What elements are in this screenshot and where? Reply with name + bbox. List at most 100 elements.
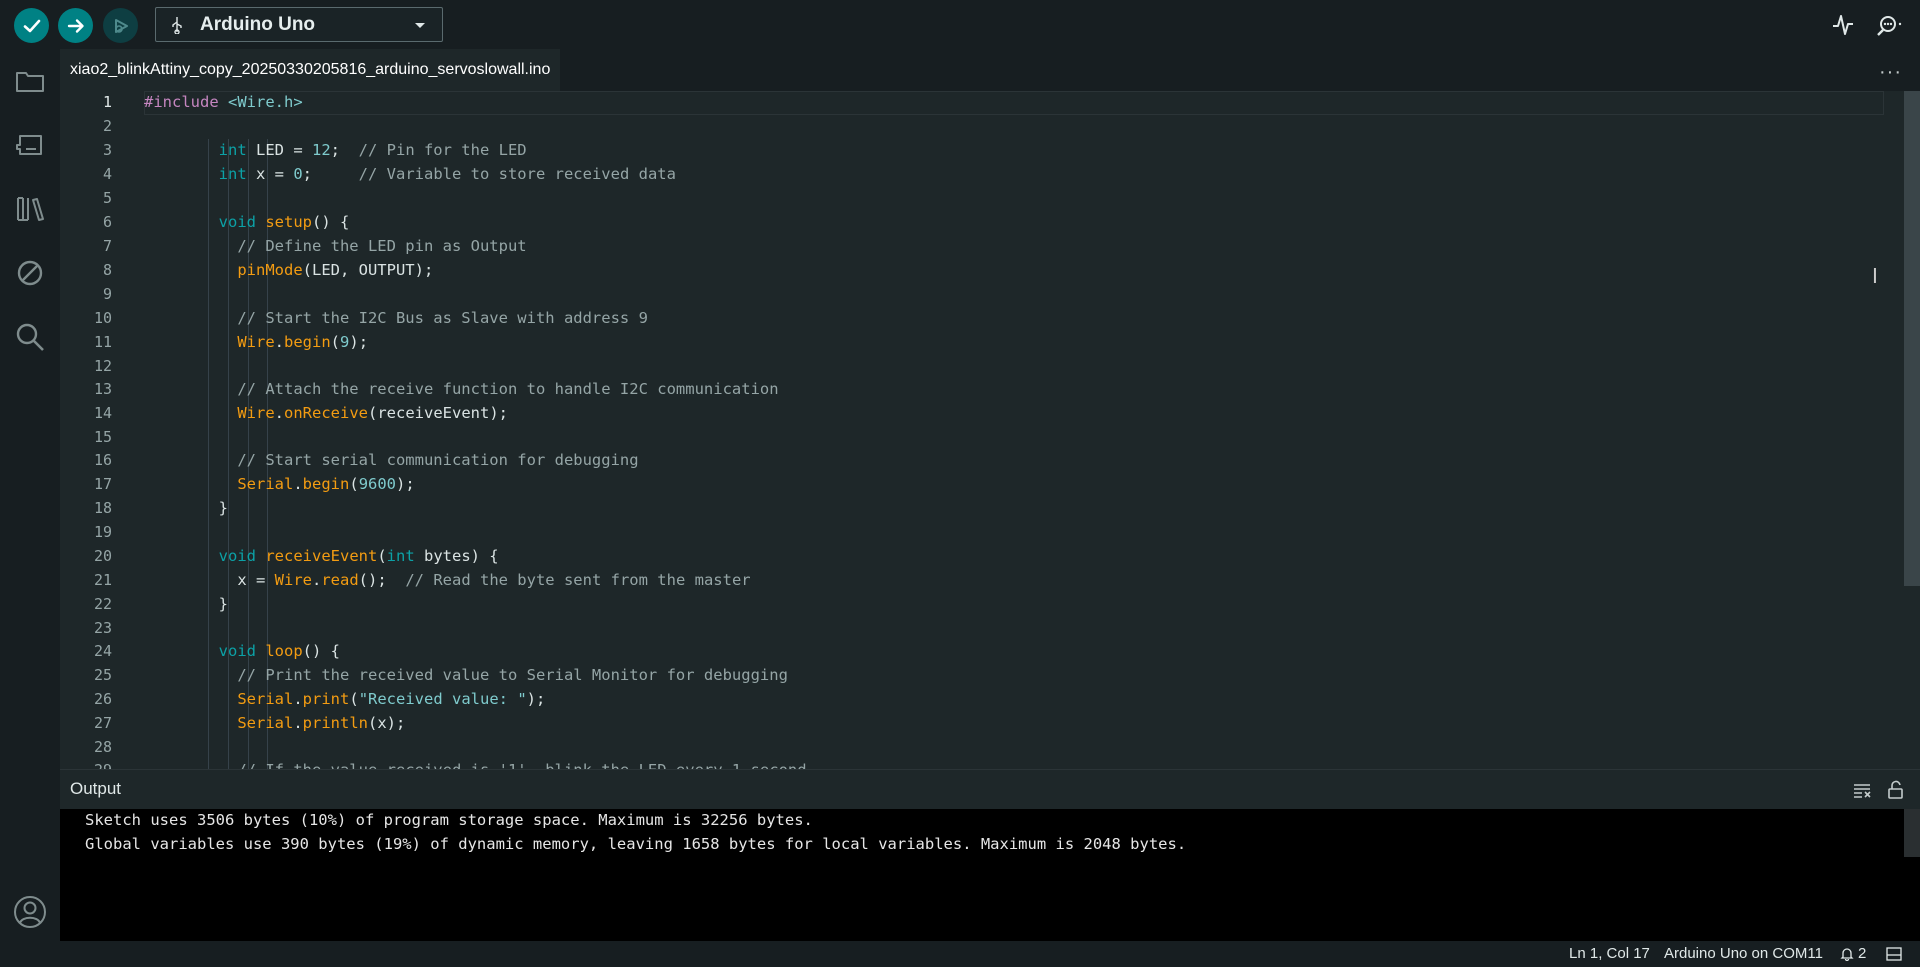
status-bar: Ln 1, Col 17 Arduino Uno on COM11 2 xyxy=(60,941,1920,967)
upload-button[interactable] xyxy=(58,8,93,43)
line-number: 12 xyxy=(93,357,112,375)
code-line: Serial.print("Received value: "); xyxy=(237,690,546,708)
code-line: int x = 0; // Variable to store received… xyxy=(218,165,676,183)
verify-button[interactable] xyxy=(14,8,49,43)
line-number: 24 xyxy=(93,642,112,660)
output-line: Global variables use 390 bytes (19%) of … xyxy=(85,835,1187,853)
line-number: 28 xyxy=(93,738,112,756)
serial-plotter-button[interactable] xyxy=(1828,10,1858,40)
code-line: // Print the received value to Serial Mo… xyxy=(237,666,788,684)
code-line: // Start serial communication for debugg… xyxy=(237,451,639,469)
chevron-down-icon xyxy=(415,23,425,28)
line-number: 7 xyxy=(102,237,112,255)
cursor-position[interactable]: Ln 1, Col 17 xyxy=(1569,945,1650,962)
code-line: void loop() { xyxy=(218,642,340,660)
sketchbook-button[interactable] xyxy=(12,63,48,99)
tab-sketch-file[interactable]: xiao2_blinkAttiny_copy_20250330205816_ar… xyxy=(60,49,561,93)
code-line: void receiveEvent(int bytes) { xyxy=(218,547,499,565)
line-number: 13 xyxy=(93,380,112,398)
code-line: Wire.begin(9); xyxy=(237,333,369,351)
code-line: void setup() { xyxy=(218,213,350,231)
usb-icon xyxy=(172,16,182,34)
line-number: 25 xyxy=(93,666,112,684)
code-line: } xyxy=(144,595,228,613)
line-number: 9 xyxy=(102,285,112,303)
code-line: // Start the I2C Bus as Slave with addre… xyxy=(237,309,648,327)
code-line: Serial.begin(9600); xyxy=(237,475,415,493)
line-number: 19 xyxy=(93,523,112,541)
editor-tabbar: xiao2_blinkAttiny_copy_20250330205816_ar… xyxy=(60,49,1920,93)
debug-icon xyxy=(114,18,128,33)
serial-plotter-icon xyxy=(1833,15,1853,35)
line-number: 3 xyxy=(102,141,112,159)
line-number: 10 xyxy=(93,309,112,327)
unlock-scroll-icon[interactable] xyxy=(1886,780,1906,800)
bell-icon xyxy=(1840,947,1854,961)
debug-button[interactable] xyxy=(103,8,138,43)
line-number: 1 xyxy=(102,93,112,111)
line-number: 23 xyxy=(93,619,112,637)
output-scrollbar[interactable] xyxy=(1904,809,1920,857)
code-line: #include <Wire.h> xyxy=(144,93,303,111)
search-icon xyxy=(16,323,44,351)
line-number: 4 xyxy=(102,165,112,183)
no-debug-icon xyxy=(17,260,43,286)
line-number: 16 xyxy=(93,451,112,469)
code-line: pinMode(LED, OUTPUT); xyxy=(237,261,434,279)
more-options-icon[interactable]: ··· xyxy=(1879,61,1902,84)
line-number-gutter: 1 2 3 4 5 6 7 8 9 10 11 12 13 14 15 16 17 18 19 20 21 22 23 24 2… xyxy=(60,91,120,769)
board-icon xyxy=(16,135,42,155)
line-number: 11 xyxy=(93,333,112,351)
code-line: int LED = 12; // Pin for the LED xyxy=(218,141,527,159)
line-number: 8 xyxy=(102,261,112,279)
code-editor[interactable]: 1 2 3 4 5 6 7 8 9 10 11 12 13 14 15 16 17 18 19 20 21 22 23 24 2… xyxy=(60,91,1920,769)
toolbar: Arduino Uno xyxy=(0,0,1920,49)
code-line: // If the value received is '1', blink t… xyxy=(144,761,806,769)
output-console[interactable]: Sketch uses 3506 bytes (10%) of program … xyxy=(60,809,1920,941)
editor-scrollbar[interactable] xyxy=(1904,91,1920,586)
line-number: 21 xyxy=(93,571,112,589)
line-number: 18 xyxy=(93,499,112,517)
clear-output-icon[interactable] xyxy=(1852,780,1872,800)
board-name: Arduino Uno xyxy=(200,13,316,35)
board-selector[interactable]: Arduino Uno xyxy=(155,7,443,42)
line-number: 6 xyxy=(102,213,112,231)
arrow-right-icon xyxy=(67,18,84,33)
notification-count: 2 xyxy=(1858,945,1867,962)
search-button[interactable] xyxy=(12,319,48,355)
line-number: 27 xyxy=(93,714,112,732)
output-line: Sketch uses 3506 bytes (10%) of program … xyxy=(85,811,813,829)
serial-monitor-icon xyxy=(1877,16,1902,36)
line-number: 29 xyxy=(60,761,112,769)
code-line: } xyxy=(144,499,228,517)
line-number: 26 xyxy=(93,690,112,708)
board-port-status[interactable]: Arduino Uno on COM11 xyxy=(1664,945,1823,962)
serial-monitor-button[interactable] xyxy=(1874,10,1904,40)
library-manager-button[interactable] xyxy=(12,191,48,227)
line-number: 2 xyxy=(102,117,112,135)
code-line: Serial.println(x); xyxy=(237,714,406,732)
line-number: 5 xyxy=(102,189,112,207)
toggle-panel-icon[interactable] xyxy=(1886,947,1902,961)
debug-panel-button[interactable] xyxy=(12,255,48,291)
code-line: Wire.onReceive(receiveEvent); xyxy=(237,404,508,422)
code-area[interactable]: #include <Wire.h> int LED = 12; // Pin f… xyxy=(144,91,1900,769)
account-icon xyxy=(14,896,46,928)
line-number: 15 xyxy=(93,428,112,446)
line-number: 22 xyxy=(93,595,112,613)
check-icon xyxy=(23,19,40,32)
output-title: Output xyxy=(70,779,122,798)
account-button[interactable] xyxy=(12,894,48,930)
line-number: 17 xyxy=(93,475,112,493)
code-line: // Define the LED pin as Output xyxy=(237,237,527,255)
folder-icon xyxy=(16,72,44,92)
code-line: // Attach the receive function to handle… xyxy=(237,380,779,398)
notifications-button[interactable]: 2 xyxy=(1840,945,1866,962)
output-header: Output xyxy=(60,769,1920,809)
line-number: 20 xyxy=(93,547,112,565)
code-line: x = Wire.read(); // Read the byte sent f… xyxy=(144,571,751,589)
boards-manager-button[interactable] xyxy=(12,127,48,163)
text-cursor-icon: I xyxy=(1872,264,1878,288)
library-icon xyxy=(17,197,44,221)
line-number: 14 xyxy=(93,404,112,422)
